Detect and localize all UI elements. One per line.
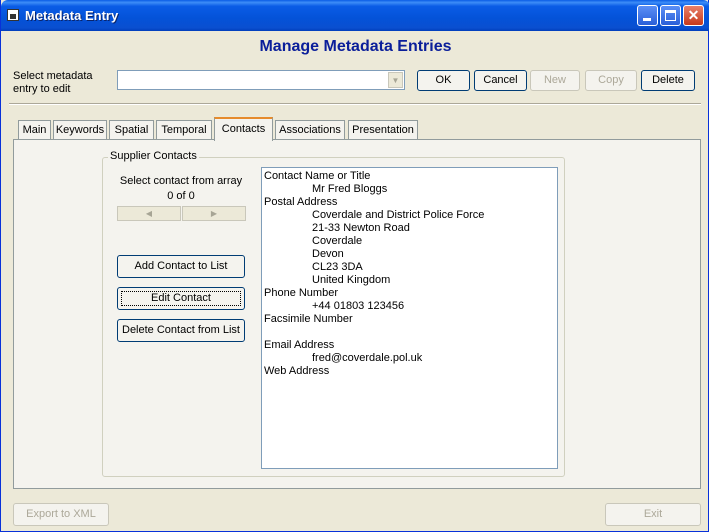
contact-detail-line: Mr Fred Bloggs (312, 183, 388, 195)
delete-button[interactable]: Delete (641, 70, 695, 91)
chevron-left-icon: ◀ (145, 209, 153, 218)
tab-main[interactable]: Main (18, 120, 51, 140)
contact-detail-line: Coverdale (312, 235, 363, 247)
contact-detail-line: Web Address (264, 365, 330, 377)
tab-associations[interactable]: Associations (275, 120, 345, 140)
app-icon (7, 9, 19, 21)
maximize-icon (665, 10, 676, 21)
minimize-button[interactable] (637, 5, 658, 26)
chevron-down-icon[interactable]: ▼ (388, 72, 403, 88)
page-title: Manage Metadata Entries (259, 38, 452, 55)
metadata-entry-window: Metadata Entry ✕ Manage Metadata Entries… (0, 0, 709, 532)
contact-detail-line: CL23 3DA (312, 261, 363, 273)
window-title: Metadata Entry (25, 8, 119, 23)
scroll-left-button[interactable]: ◀ (117, 206, 181, 221)
contact-detail-line: Coverdale and District Police Force (312, 209, 485, 221)
new-button[interactable]: New (530, 70, 580, 91)
select-contact-label: Select contact from array (119, 175, 243, 187)
exit-button[interactable]: Exit (605, 503, 701, 526)
contact-scrollbar[interactable]: ◀ ▶ (117, 206, 246, 221)
contact-detail-line: Facsimile Number (264, 313, 353, 325)
contact-detail-line: 21-33 Newton Road (312, 222, 410, 234)
select-entry-label: Select metadata entry to edit (13, 70, 93, 95)
close-icon: ✕ (687, 7, 700, 23)
add-contact-button[interactable]: Add Contact to List (117, 255, 245, 278)
tab-temporal[interactable]: Temporal (156, 120, 212, 140)
contact-detail-line: Devon (312, 248, 344, 260)
contact-detail-line: fred@coverdale.pol.uk (312, 352, 423, 364)
contact-detail-line: United Kingdom (312, 274, 391, 286)
contact-detail-line: Postal Address (264, 196, 338, 208)
metadata-entry-select[interactable]: ▼ (117, 70, 405, 90)
tab-spatial[interactable]: Spatial (109, 120, 154, 140)
contact-details-textarea[interactable]: Contact Name or Title Mr Fred Bloggs Posta… (261, 167, 558, 469)
separator (9, 103, 701, 105)
maximize-button[interactable] (660, 5, 681, 26)
contact-detail-line (264, 326, 555, 339)
contact-detail-line: +44 01803 123456 (312, 300, 405, 312)
edit-contact-button[interactable]: Edit Contact (117, 287, 245, 310)
tab-contacts[interactable]: Contacts (214, 117, 273, 141)
chevron-right-icon: ▶ (210, 209, 218, 218)
scroll-right-button[interactable]: ▶ (182, 206, 246, 221)
tab-presentation[interactable]: Presentation (348, 120, 418, 140)
title-bar[interactable]: Metadata Entry ✕ (1, 0, 709, 31)
export-xml-button[interactable]: Export to XML (13, 503, 109, 526)
tab-keywords[interactable]: Keywords (53, 120, 107, 140)
contact-count: 0 of 0 (167, 190, 195, 202)
cancel-button[interactable]: Cancel (474, 70, 527, 91)
copy-button[interactable]: Copy (585, 70, 637, 91)
contact-detail-line: Phone Number (264, 287, 338, 299)
contact-detail-line: Email Address (264, 339, 335, 351)
supplier-contacts-label: Supplier Contacts (108, 150, 199, 162)
minimize-icon (643, 18, 651, 21)
contact-detail-line: Contact Name or Title (264, 170, 371, 182)
delete-contact-button[interactable]: Delete Contact from List (117, 319, 245, 342)
close-button[interactable]: ✕ (683, 5, 704, 26)
ok-button[interactable]: OK (417, 70, 470, 91)
